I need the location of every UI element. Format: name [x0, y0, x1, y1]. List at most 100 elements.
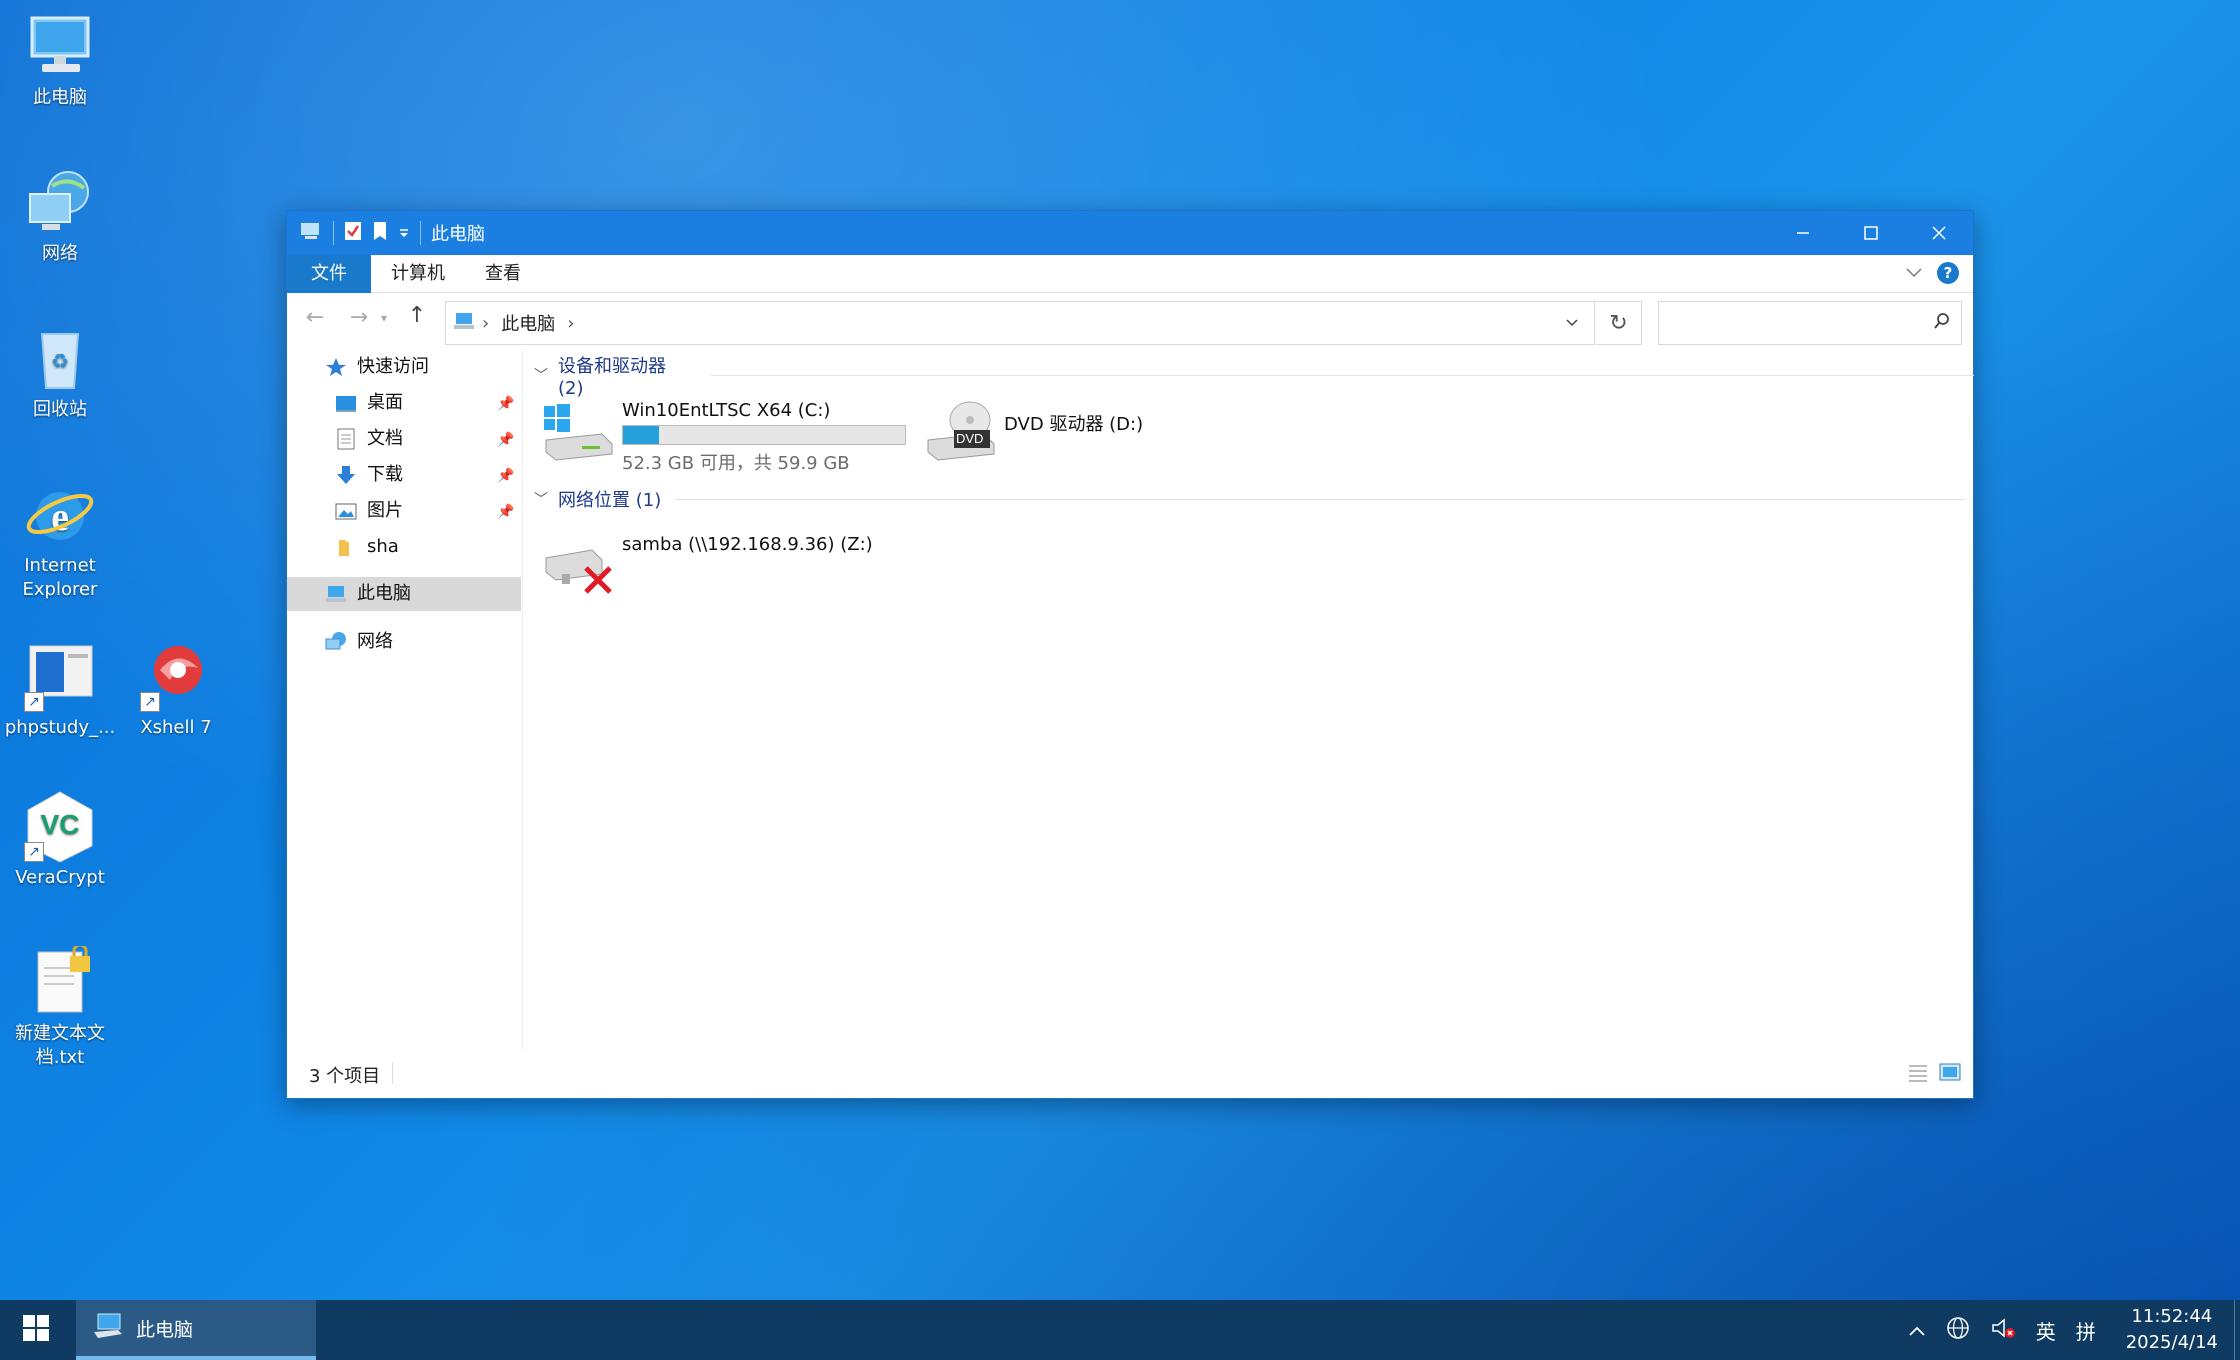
drive-z[interactable]: samba (\\192.168.9.36) (Z:)	[542, 534, 873, 598]
forward-arrow-icon[interactable]: →	[339, 305, 379, 330]
tab-file[interactable]: 文件	[287, 254, 371, 293]
this-pc-small-icon	[452, 311, 476, 336]
phpstudy-icon: ↗	[24, 640, 96, 712]
nav-desktop[interactable]: 桌面	[335, 386, 403, 420]
pin-icon[interactable]: 📌	[497, 504, 514, 520]
network-globe-icon[interactable]	[1946, 1316, 1970, 1345]
nav-label: 下载	[367, 464, 403, 485]
group-header-network[interactable]: ﹀ 网络位置 (1)	[534, 484, 1966, 514]
search-box[interactable]	[1658, 301, 1962, 345]
taskbar: 此电脑 英 拼 11:52:44 2025/4/14	[0, 1300, 2240, 1360]
properties-icon[interactable]	[344, 221, 362, 246]
nav-network[interactable]: 网络	[325, 625, 393, 659]
veracrypt-icon: VC ↗	[24, 790, 96, 863]
window-title: 此电脑	[431, 224, 485, 245]
expand-ribbon-chevron-icon[interactable]	[1905, 263, 1923, 284]
drive-name: Win10EntLTSC X64 (C:)	[622, 400, 831, 421]
clock[interactable]: 11:52:44 2025/4/14	[2126, 1304, 2218, 1356]
tab-view[interactable]: 查看	[465, 255, 541, 293]
nav-label: 快速访问	[357, 356, 429, 377]
drive-d[interactable]: DVD DVD 驱动器 (D:)	[924, 400, 1143, 464]
close-button[interactable]	[1905, 211, 1973, 255]
refresh-button[interactable]: ↻	[1596, 301, 1642, 345]
navigation-pane: 快速访问 桌面 📌 文档 📌 下载 📌 图片 📌 sha 此电脑 网络	[287, 350, 523, 1050]
breadcrumb-separator[interactable]: ›	[567, 313, 574, 334]
desktop-icon-label: 网络	[42, 243, 78, 264]
ime-mode-indicator[interactable]: 拼	[2076, 1316, 2096, 1345]
up-arrow-icon[interactable]: ↑	[397, 303, 437, 328]
nav-label: sha	[367, 536, 399, 557]
group-header-devices[interactable]: ﹀ 设备和驱动器 (2)	[534, 356, 1974, 399]
windows-logo-icon	[23, 1314, 49, 1346]
address-history-dropdown[interactable]	[1548, 302, 1594, 344]
this-pc-small-icon	[299, 221, 323, 246]
pictures-icon	[335, 500, 357, 522]
pin-icon[interactable]: 📌	[497, 396, 514, 412]
maximize-button[interactable]	[1837, 211, 1905, 255]
item-count: 3 个项目	[309, 1066, 381, 1087]
search-input[interactable]	[1667, 302, 1917, 342]
recycle-bin-icon: ♻	[24, 322, 96, 394]
desktop-icon-label: 新建文本文档.txt	[15, 1023, 105, 1068]
drive-name: samba (\\192.168.9.36) (Z:)	[622, 534, 873, 555]
drive-c[interactable]: Win10EntLTSC X64 (C:) 52.3 GB 可用，共 59.9 …	[542, 400, 906, 475]
customize-dropdown-icon[interactable]	[398, 223, 410, 244]
nav-sha[interactable]: sha	[335, 530, 399, 564]
taskbar-item-this-pc[interactable]: 此电脑	[76, 1300, 316, 1360]
large-icons-view-icon[interactable]	[1939, 1062, 1961, 1087]
tab-computer[interactable]: 计算机	[371, 255, 465, 293]
system-tray: 英 拼 11:52:44 2025/4/14	[1898, 1300, 2240, 1360]
nav-downloads[interactable]: 下载	[335, 458, 403, 492]
back-arrow-icon[interactable]: ←	[295, 305, 335, 330]
clock-date: 2025/4/14	[2125, 1332, 2218, 1353]
star-icon	[325, 356, 347, 378]
ime-language-indicator[interactable]: 英	[2036, 1316, 2056, 1345]
title-bar[interactable]: 此电脑	[287, 211, 1973, 255]
help-button[interactable]: ?	[1937, 262, 1959, 284]
network-globe-icon	[24, 166, 96, 238]
breadcrumb-separator[interactable]: ›	[482, 313, 489, 334]
chevron-down-icon: ﹀	[534, 368, 548, 384]
network-icon	[325, 631, 347, 653]
pin-icon[interactable]: 📌	[497, 468, 514, 484]
explorer-window[interactable]: 此电脑 文件 计算机 查看 ? ← → ▾ ↑ › 此电脑 › ↻ 快速访问 桌…	[286, 210, 1974, 1099]
nav-pictures[interactable]: 图片	[335, 494, 403, 528]
recent-locations-chevron-icon[interactable]: ▾	[381, 311, 387, 325]
computer-icon	[92, 1312, 124, 1345]
nav-documents[interactable]: 文档	[335, 422, 403, 456]
pin-icon[interactable]: 📌	[497, 432, 514, 448]
ribbon-tabs: 文件 计算机 查看 ?	[287, 254, 1973, 293]
desktop-icon-network[interactable]: 网络	[0, 166, 120, 266]
minimize-button[interactable]	[1769, 211, 1837, 255]
desktop-icon-this-pc[interactable]: 此电脑	[0, 10, 120, 110]
desktop-icon-new-text-file[interactable]: 新建文本文档.txt	[0, 943, 120, 1070]
nav-quick-access[interactable]: 快速访问	[325, 350, 429, 384]
svg-text:♻: ♻	[51, 349, 69, 373]
dvd-drive-icon: DVD	[924, 400, 996, 464]
nav-this-pc[interactable]: 此电脑	[325, 577, 411, 611]
desktop-icon-label: 此电脑	[33, 87, 87, 108]
address-bar[interactable]: › 此电脑 ›	[445, 301, 1595, 345]
drive-usage-fill	[623, 426, 659, 444]
desktop-icon-veracrypt[interactable]: VC ↗ VeraCrypt	[0, 790, 120, 890]
breadcrumb-this-pc[interactable]: 此电脑	[501, 310, 555, 336]
show-desktop-button[interactable]	[2234, 1300, 2240, 1360]
content-area: ﹀ 设备和驱动器 (2) Win10EntLTSC X64 (C:) 52.3 …	[524, 350, 1974, 1050]
nav-label: 此电脑	[357, 583, 411, 604]
new-folder-icon[interactable]	[372, 221, 388, 246]
desktop-icon-label: phpstudy_...	[4, 717, 116, 738]
desktop-icon-ie[interactable]: e Internet Explorer	[0, 478, 120, 602]
download-arrow-icon	[335, 464, 357, 486]
volume-muted-icon[interactable]	[1990, 1316, 2016, 1345]
desktop-icon-xshell[interactable]: ↗ Xshell 7	[116, 640, 236, 740]
start-button[interactable]	[0, 1300, 72, 1360]
shortcut-arrow-icon: ↗	[24, 842, 44, 862]
group-title: 设备和驱动器 (2)	[558, 355, 666, 399]
internet-explorer-icon: e	[24, 478, 96, 550]
desktop-icon-label: Internet Explorer	[22, 555, 98, 600]
show-hidden-icons-chevron-icon[interactable]	[1908, 1318, 1926, 1342]
desktop-icon-phpstudy[interactable]: ↗ phpstudy_...	[0, 640, 120, 740]
svg-text:VC: VC	[41, 809, 80, 840]
desktop-icon-recycle-bin[interactable]: ♻ 回收站	[0, 322, 120, 422]
details-view-icon[interactable]	[1907, 1062, 1929, 1087]
